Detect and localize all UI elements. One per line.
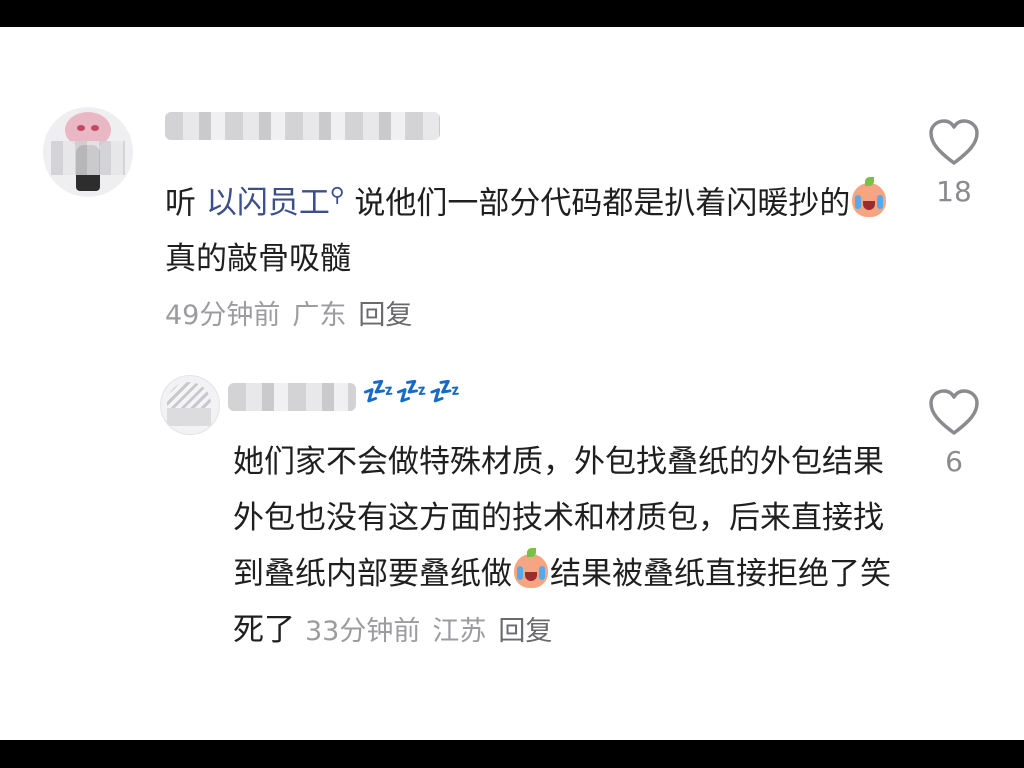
- reply-avatar[interactable]: [160, 375, 220, 435]
- reply-button[interactable]: 回复: [498, 616, 552, 647]
- avatar-mosaic: [167, 408, 211, 426]
- sleep-emoji-suffix: 💤💤💤: [362, 377, 463, 407]
- avatar-mosaic: [51, 141, 125, 175]
- avatar[interactable]: [43, 107, 133, 197]
- username-blurred[interactable]: [165, 112, 440, 140]
- timestamp: 33分钟前: [305, 616, 421, 647]
- reply-text: 她们家不会做特殊材质，外包找叠纸的外包结果外包也没有这方面的技术和材质包，后来直…: [233, 434, 893, 660]
- reply-button[interactable]: 回复: [358, 300, 412, 331]
- location: 江苏: [432, 616, 487, 647]
- crying-laughing-peach-emoji: [514, 548, 548, 588]
- heart-icon: [929, 389, 979, 435]
- like-count: 6: [945, 445, 963, 478]
- timestamp: 49分钟前: [165, 300, 281, 331]
- reply-meta: 33分钟前 江苏 回复: [305, 616, 564, 647]
- like-button[interactable]: 6: [924, 389, 984, 478]
- comment-text: 听 以闪员工⚲ 说他们一部分代码都是扒着闪暖抄的真的敲骨吸髓: [165, 167, 895, 287]
- comment-meta: 49分钟前 广东 回复: [165, 293, 424, 332]
- heart-icon: [929, 119, 979, 165]
- comment-text-part: 真的敲骨吸髓: [165, 241, 351, 278]
- like-button[interactable]: 18: [924, 119, 984, 208]
- search-icon: ⚲: [329, 183, 345, 207]
- comment-panel: 听 以闪员工⚲ 说他们一部分代码都是扒着闪暖抄的 真的敲骨吸髓 49分钟前 广东 回复…: [0, 27, 1024, 740]
- comment-text-part: 说他们一部分代码都是扒着闪暖抄的: [344, 185, 851, 222]
- like-count: 18: [936, 175, 972, 208]
- crying-laughing-peach-emoji: [852, 177, 887, 218]
- mention-text: 以闪员工: [205, 185, 330, 222]
- mention-link[interactable]: 以闪员工⚲: [205, 183, 345, 222]
- reply-username-blurred[interactable]: [228, 383, 356, 411]
- comment-text-part: 听: [165, 185, 206, 222]
- location: 广东: [292, 300, 347, 331]
